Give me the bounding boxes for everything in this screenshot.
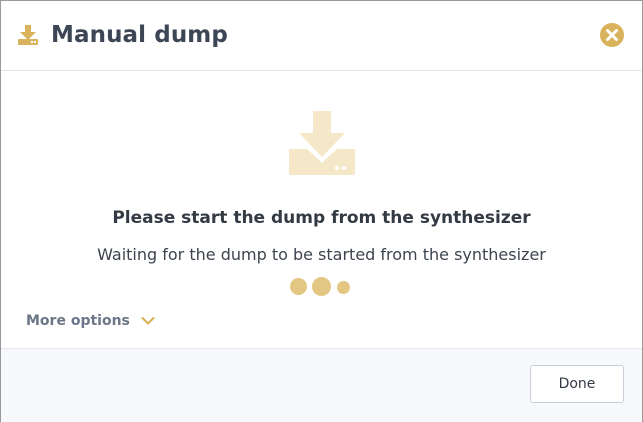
more-options-toggle[interactable]: More options — [26, 311, 155, 331]
loading-dot — [312, 277, 331, 296]
dump-status-text: Waiting for the dump to be started from … — [97, 245, 546, 264]
dialog-footer: Done — [1, 348, 642, 422]
loading-dots-icon — [290, 275, 354, 297]
loading-dot — [290, 278, 307, 295]
close-icon[interactable] — [600, 23, 624, 47]
download-icon — [18, 25, 38, 45]
dialog-title: Manual dump — [51, 22, 228, 48]
loading-dot — [337, 281, 350, 294]
dialog-body: Please start the dump from the synthesiz… — [1, 71, 642, 348]
chevron-down-icon — [141, 316, 155, 325]
dump-instruction-heading: Please start the dump from the synthesiz… — [112, 208, 531, 228]
dialog-header: Manual dump — [1, 1, 642, 71]
done-button[interactable]: Done — [530, 365, 624, 403]
more-options-label: More options — [26, 313, 130, 329]
download-to-drive-icon — [289, 111, 355, 175]
manual-dump-dialog: Manual dump Please start the dump from t… — [0, 0, 643, 422]
